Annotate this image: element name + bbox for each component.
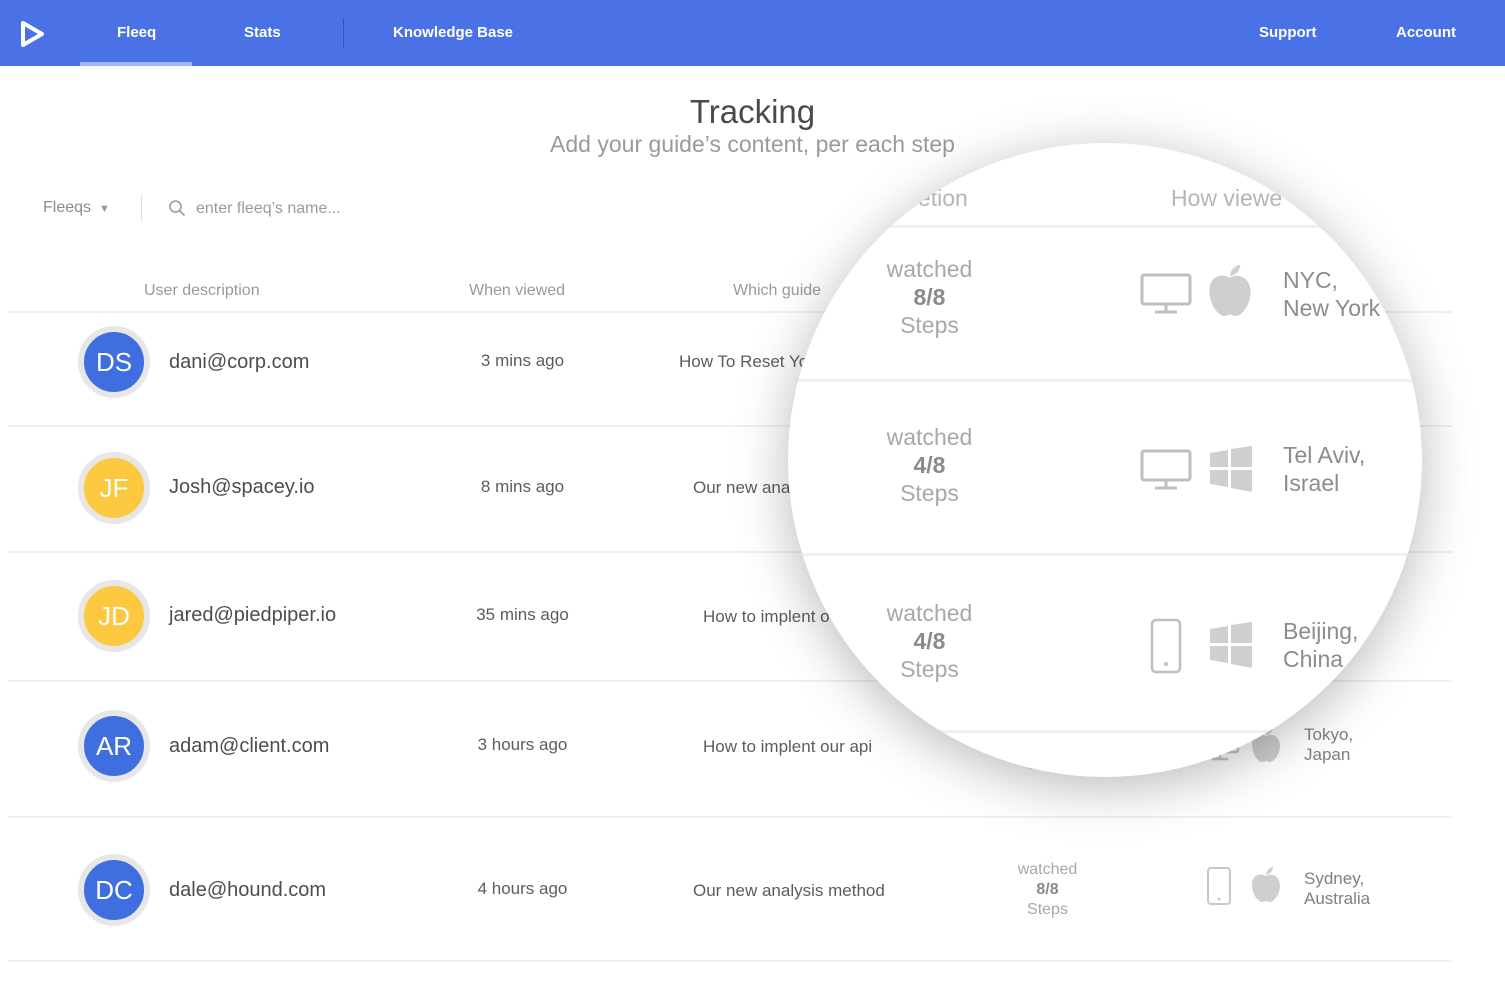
completion-label-bottom: Steps — [900, 312, 959, 338]
top-navbar: Fleeq Stats Knowledge Base Support Accou… — [0, 0, 1505, 66]
location-city: Tokyo, — [1304, 725, 1354, 744]
completion-label-top: watched — [886, 600, 973, 626]
play-logo-icon[interactable] — [18, 20, 46, 48]
nav-tab-knowledge-base[interactable]: Knowledge Base — [393, 0, 513, 66]
avatar: DC — [78, 854, 150, 926]
when-viewed: 8 mins ago — [480, 477, 565, 496]
completion-label-bottom: Steps — [900, 480, 959, 506]
nav-account-link[interactable]: Account — [1396, 0, 1456, 66]
column-header-when: When viewed — [469, 282, 566, 299]
apple-icon — [1209, 264, 1251, 316]
user-email: dale@hound.com — [169, 879, 327, 901]
user-email: dani@corp.com — [169, 351, 310, 373]
nav-divider — [343, 18, 344, 48]
windows-icon — [1210, 446, 1252, 492]
user-email: adam@client.com — [169, 735, 330, 757]
apple-icon — [1252, 867, 1280, 902]
mobile-phone-icon — [1207, 867, 1231, 905]
avatar: DS — [78, 326, 150, 398]
filter-divider — [141, 195, 142, 221]
column-header-guide: Which guide — [733, 282, 822, 299]
location-city: Beijing, — [1283, 618, 1359, 644]
when-viewed: 3 mins ago — [480, 351, 565, 370]
when-viewed: 3 hours ago — [477, 735, 568, 754]
when-viewed: 4 hours ago — [477, 879, 568, 898]
completion-label-bottom: Steps — [1027, 901, 1068, 918]
completion: watched 8/8 Steps — [1005, 860, 1090, 920]
guide-name[interactable]: How To Reset Yo — [679, 352, 808, 372]
completion: watched 4/8 Steps — [872, 599, 987, 683]
magnifier-lens: pletion How viewe watched 8/8 Steps NYC,… — [788, 143, 1422, 777]
row-divider — [788, 553, 1422, 556]
fleeqs-dropdown[interactable]: Fleeqs ▼ — [43, 199, 110, 217]
completion-value: 8/8 — [1036, 881, 1059, 898]
row-divider — [788, 225, 1422, 228]
fleeqs-dropdown-label: Fleeqs — [43, 199, 92, 216]
avatar: JD — [78, 580, 150, 652]
row-divider — [788, 379, 1422, 382]
avatar: AR — [78, 710, 150, 782]
completion-label-top: watched — [1017, 861, 1078, 878]
fleeq-search-input[interactable] — [194, 196, 458, 222]
desktop-monitor-icon — [1140, 273, 1192, 314]
completion-value: 8/8 — [913, 284, 946, 310]
location-region: Japan — [1304, 745, 1351, 764]
desktop-monitor-icon — [1140, 449, 1192, 490]
mobile-phone-icon — [1150, 618, 1182, 674]
nav-support-link[interactable]: Support — [1259, 0, 1317, 66]
completion-label-top: watched — [886, 256, 973, 282]
location-region: New York — [1283, 295, 1381, 321]
search-icon — [169, 200, 185, 216]
location-region: Israel — [1283, 470, 1340, 496]
guide-name[interactable]: How to implent our api — [703, 737, 872, 757]
caret-down-icon: ▼ — [99, 203, 110, 215]
location: Sydney, Australia — [1304, 869, 1370, 909]
row-divider — [8, 960, 1452, 962]
location-region: China — [1283, 646, 1344, 672]
guide-name[interactable]: Our new ana — [693, 478, 790, 498]
column-header-how-viewed: How viewe — [1171, 185, 1283, 211]
windows-icon — [1210, 622, 1252, 668]
column-header-completion: pletion — [900, 185, 968, 211]
completion-label-bottom: Steps — [900, 656, 959, 682]
page-title: Tracking — [689, 93, 816, 130]
location: Tel Aviv, Israel — [1283, 441, 1365, 497]
completion-value: 4/8 — [913, 628, 946, 654]
location-region: Australia — [1304, 889, 1371, 908]
row-divider — [8, 816, 1452, 818]
completion-value: 4/8 — [913, 452, 946, 478]
completion-label-top: watched — [886, 424, 973, 450]
guide-name[interactable]: Our new analysis method — [693, 881, 885, 901]
location: NYC, New York — [1283, 266, 1380, 322]
nav-active-indicator — [80, 62, 192, 66]
user-email: Josh@spacey.io — [169, 476, 315, 498]
location: Beijing, China — [1283, 617, 1358, 673]
column-header-user: User description — [144, 282, 260, 299]
user-email: jared@piedpiper.io — [169, 604, 337, 626]
page-subtitle: Add your guide’s content, per each step — [550, 131, 955, 157]
completion: watched 8/8 Steps — [872, 255, 987, 339]
location-city: Tel Aviv, — [1283, 442, 1366, 468]
avatar: JF — [78, 452, 150, 524]
nav-tab-fleeq[interactable]: Fleeq — [117, 0, 156, 66]
location-city: Sydney, — [1304, 869, 1365, 888]
when-viewed: 35 mins ago — [476, 605, 569, 624]
row-divider — [788, 730, 1422, 733]
nav-tab-stats[interactable]: Stats — [244, 0, 281, 66]
guide-name[interactable]: How to implent o — [703, 607, 830, 627]
completion: watched 4/8 Steps — [872, 423, 987, 507]
location-city: NYC, — [1283, 267, 1338, 293]
